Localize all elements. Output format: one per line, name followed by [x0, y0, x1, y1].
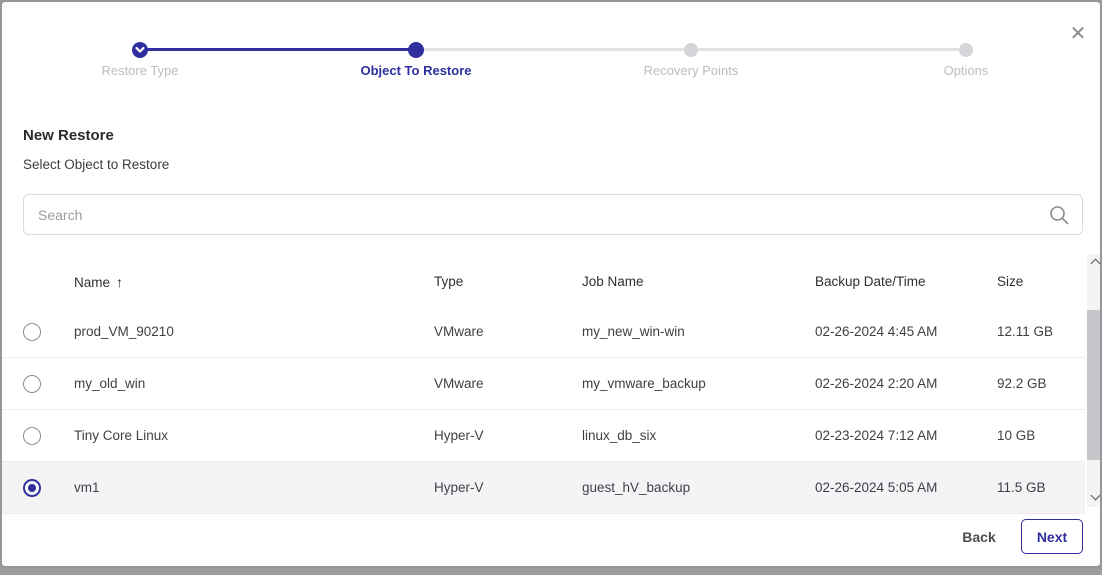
- column-header-name[interactable]: Name↑: [74, 258, 123, 307]
- back-button[interactable]: Back: [948, 522, 1010, 552]
- table-row[interactable]: prod_VM_90210 VMware my_new_win-win 02-2…: [2, 306, 1085, 358]
- table-scrollbar[interactable]: [1087, 254, 1102, 507]
- stepper-progress-line: [140, 48, 416, 51]
- column-header-job-name[interactable]: Job Name: [582, 258, 644, 306]
- cell-job-name: my_new_win-win: [582, 306, 685, 358]
- cell-size: 12.11 GB: [997, 306, 1053, 358]
- cell-backup-datetime: 02-26-2024 4:45 AM: [815, 306, 937, 358]
- cell-type: VMware: [434, 306, 484, 358]
- page-title: New Restore: [23, 127, 114, 144]
- cell-job-name: linux_db_six: [582, 410, 656, 462]
- cell-backup-datetime: 02-23-2024 7:12 AM: [815, 410, 937, 462]
- step-upcoming-dot-recovery: [684, 43, 698, 57]
- step-active-dot[interactable]: [408, 42, 424, 58]
- step-label-options: Options: [856, 63, 1076, 78]
- next-button[interactable]: Next: [1021, 519, 1083, 554]
- step-upcoming-dot-options: [959, 43, 973, 57]
- table-header-row: Name↑ Type Job Name Backup Date/Time Siz…: [2, 258, 1085, 306]
- table-row[interactable]: vm1 Hyper-V guest_hV_backup 02-26-2024 5…: [2, 462, 1085, 514]
- cell-name: prod_VM_90210: [74, 306, 174, 358]
- row-radio-button[interactable]: [23, 479, 41, 497]
- cell-name: vm1: [74, 462, 100, 514]
- row-radio-button[interactable]: [23, 375, 41, 393]
- table-row[interactable]: Tiny Core Linux Hyper-V linux_db_six 02-…: [2, 410, 1085, 462]
- search-input[interactable]: [38, 195, 1028, 234]
- cell-backup-datetime: 02-26-2024 5:05 AM: [815, 462, 937, 514]
- new-restore-dialog: Restore Type Object To Restore Recovery …: [0, 0, 1102, 568]
- step-label-restore-type: Restore Type: [30, 63, 250, 78]
- step-label-recovery-points: Recovery Points: [581, 63, 801, 78]
- scroll-down-icon[interactable]: [1087, 491, 1102, 505]
- cell-job-name: guest_hV_backup: [582, 462, 690, 514]
- cell-job-name: my_vmware_backup: [582, 358, 706, 410]
- scroll-up-icon[interactable]: [1087, 256, 1102, 270]
- close-icon[interactable]: ✕: [1064, 20, 1092, 48]
- column-header-size[interactable]: Size: [997, 258, 1023, 306]
- cell-name: Tiny Core Linux: [74, 410, 168, 462]
- cell-type: VMware: [434, 358, 484, 410]
- page-subtitle: Select Object to Restore: [23, 157, 169, 172]
- search-icon: [1048, 204, 1070, 226]
- cell-size: 11.5 GB: [997, 462, 1046, 514]
- column-header-backup-datetime[interactable]: Backup Date/Time: [815, 258, 926, 306]
- step-label-object-to-restore: Object To Restore: [306, 63, 526, 78]
- wizard-stepper: Restore Type Object To Restore Recovery …: [2, 2, 1100, 92]
- row-radio-button[interactable]: [23, 323, 41, 341]
- cell-backup-datetime: 02-26-2024 2:20 AM: [815, 358, 937, 410]
- cell-type: Hyper-V: [434, 410, 484, 462]
- row-radio-button[interactable]: [23, 427, 41, 445]
- cell-size: 92.2 GB: [997, 358, 1047, 410]
- cell-size: 10 GB: [997, 410, 1035, 462]
- search-box: [23, 194, 1083, 235]
- cell-type: Hyper-V: [434, 462, 484, 514]
- table-row[interactable]: my_old_win VMware my_vmware_backup 02-26…: [2, 358, 1085, 410]
- scrollbar-thumb[interactable]: [1087, 310, 1102, 460]
- step-completed-check-icon[interactable]: [132, 42, 148, 58]
- cell-name: my_old_win: [74, 358, 145, 410]
- column-header-type[interactable]: Type: [434, 258, 463, 306]
- sort-ascending-icon: ↑: [116, 274, 123, 290]
